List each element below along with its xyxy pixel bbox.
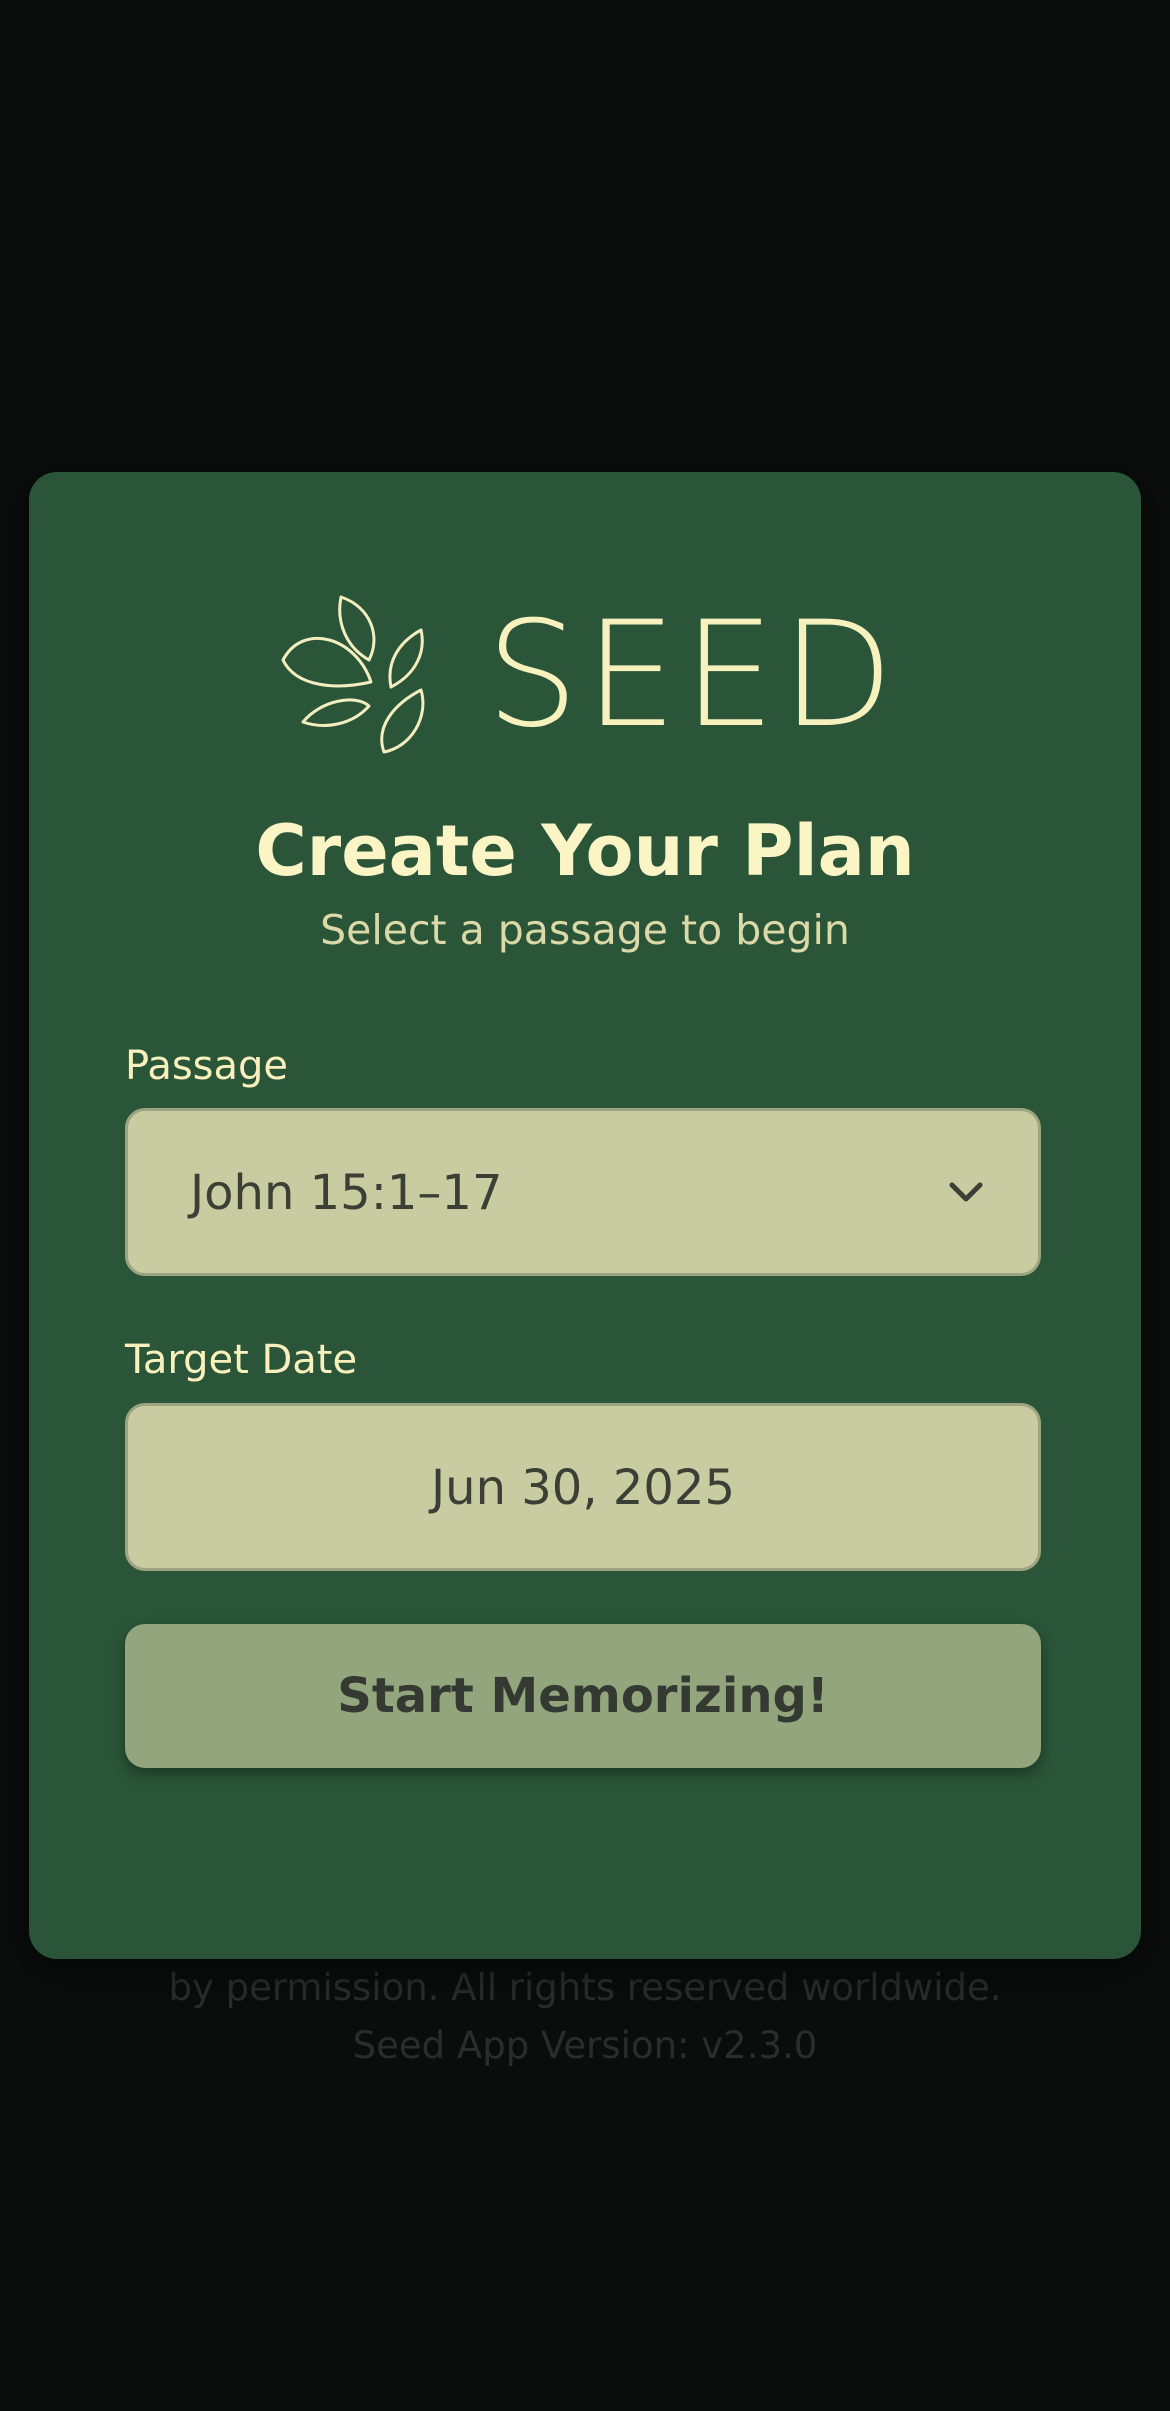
create-plan-dialog: SEED Create Your Plan Select a passage t… — [29, 472, 1141, 1959]
copyright-text: by permission. All rights reserved world… — [168, 1966, 1002, 2009]
leaves-icon — [281, 595, 425, 754]
target-date-field[interactable]: Jun 30, 2025 — [125, 1403, 1041, 1571]
dialog-subtitle: Select a passage to begin — [320, 906, 850, 954]
passage-value: John 15:1–17 — [190, 1165, 503, 1221]
target-date-value: Jun 30, 2025 — [430, 1460, 735, 1516]
dialog-title: Create Your Plan — [255, 810, 915, 892]
start-memorizing-button[interactable]: Start Memorizing! — [125, 1624, 1041, 1768]
app-version-text: Seed App Version: v2.3.0 — [352, 2024, 818, 2067]
seed-logo: SEED — [281, 582, 921, 760]
passage-select[interactable]: John 15:1–17 — [125, 1108, 1041, 1276]
target-date-label: Target Date — [125, 1337, 358, 1383]
logo-text: SEED — [486, 590, 900, 760]
chevron-down-icon — [949, 1182, 983, 1202]
passage-label: Passage — [125, 1043, 289, 1089]
